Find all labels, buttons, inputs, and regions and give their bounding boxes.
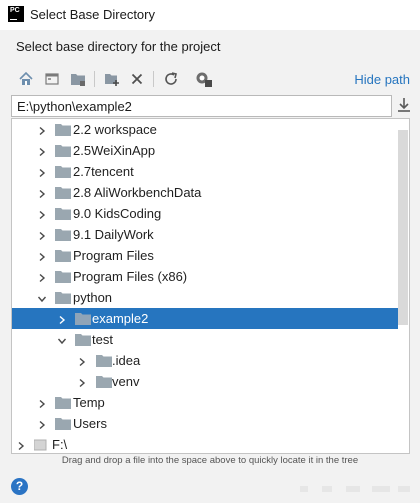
chevron-right-icon[interactable] <box>37 397 47 409</box>
toolbar: Hide path <box>0 66 420 92</box>
dialog-description: Select base directory for the project <box>16 39 221 54</box>
toolbar-separator <box>153 71 154 87</box>
tree-row[interactable]: test <box>12 329 398 350</box>
tree-row-label: test <box>92 332 113 347</box>
delete-icon[interactable] <box>126 68 148 90</box>
footer-mark <box>346 486 360 492</box>
tree-row[interactable]: 2.2 workspace <box>12 119 398 140</box>
folder-icon <box>55 270 71 283</box>
chevron-right-icon[interactable] <box>37 166 47 178</box>
tree-row[interactable]: F:\ <box>12 434 398 453</box>
tree-row-label: 2.5WeiXinApp <box>73 143 156 158</box>
tree-row[interactable]: 9.1 DailyWork <box>12 224 398 245</box>
tree-row-label: Users <box>73 416 107 431</box>
title-bar: PC Select Base Directory <box>0 0 420 30</box>
hide-path-link[interactable]: Hide path <box>354 72 410 87</box>
tree-row[interactable]: Program Files (x86) <box>12 266 398 287</box>
drag-drop-hint: Drag and drop a file into the space abov… <box>61 455 359 466</box>
tree-row-label: python <box>73 290 113 305</box>
folder-icon <box>55 249 71 262</box>
tree-row[interactable]: 2.8 AliWorkbenchData <box>12 182 398 203</box>
folder-icon <box>55 207 71 220</box>
folder-icon <box>55 144 71 157</box>
tree-row-label: 2.2 workspace <box>73 122 157 137</box>
footer-mark <box>300 486 308 492</box>
chevron-right-icon[interactable] <box>37 208 47 220</box>
new-folder-icon[interactable] <box>101 68 123 90</box>
folder-icon <box>55 417 71 430</box>
project-folder-icon[interactable] <box>67 68 89 90</box>
chevron-right-icon[interactable] <box>57 313 67 325</box>
tree-row[interactable]: 2.7tencent <box>12 161 398 182</box>
folder-icon <box>55 186 71 199</box>
toolbar-separator <box>94 71 95 87</box>
tree-row-label: Program Files (x86) <box>73 269 188 284</box>
chevron-right-icon[interactable] <box>37 271 47 283</box>
tree-row-label: example2 <box>92 311 149 326</box>
folder-icon <box>55 291 71 304</box>
window-title: Select Base Directory <box>30 7 155 22</box>
folder-icon <box>55 165 71 178</box>
footer-mark <box>322 486 332 492</box>
tree-row[interactable]: 2.5WeiXinApp <box>12 140 398 161</box>
tree-row[interactable]: Temp <box>12 392 398 413</box>
footer-mark <box>372 486 390 492</box>
tree-row-label: Program Files <box>73 248 154 263</box>
path-input[interactable] <box>11 95 392 117</box>
tree-row-label: 2.8 AliWorkbenchData <box>73 185 202 200</box>
chevron-right-icon[interactable] <box>77 376 87 388</box>
chevron-right-icon[interactable] <box>77 355 87 367</box>
download-icon[interactable] <box>396 96 412 114</box>
tree-row-label: 9.0 KidsCoding <box>73 206 162 221</box>
chevron-right-icon[interactable] <box>37 124 47 136</box>
tree-row-label: venv <box>112 374 140 389</box>
folder-icon <box>55 228 71 241</box>
chevron-down-icon[interactable] <box>57 334 67 345</box>
directory-tree[interactable]: 2.2 workspace 2.5WeiXinApp 2.7tencent 2.8 A… <box>11 118 410 454</box>
tree-row-label: 2.7tencent <box>73 164 134 179</box>
footer-mark <box>398 486 410 492</box>
chevron-right-icon[interactable] <box>37 418 47 430</box>
refresh-icon[interactable] <box>160 68 182 90</box>
chevron-right-icon[interactable] <box>37 250 47 262</box>
help-button[interactable]: ? <box>11 478 28 495</box>
tree-row[interactable]: Program Files <box>12 245 398 266</box>
tree-row[interactable]: Users <box>12 413 398 434</box>
folder-icon <box>96 375 112 388</box>
folder-icon <box>55 396 71 409</box>
tree-row-label: 9.1 DailyWork <box>73 227 154 242</box>
tree-row[interactable]: python <box>12 287 398 308</box>
desktop-icon[interactable] <box>41 68 63 90</box>
tree-row[interactable]: .idea <box>12 350 398 371</box>
home-icon[interactable] <box>15 68 37 90</box>
pycharm-logo-icon: PC <box>8 6 24 22</box>
tree-row[interactable]: 9.0 KidsCoding <box>12 203 398 224</box>
tree-row[interactable]: venv <box>12 371 398 392</box>
folder-icon <box>75 312 91 325</box>
tree-scrollbar[interactable] <box>398 130 408 325</box>
tree-row[interactable]: example2 <box>12 308 398 329</box>
tree-row-label: Temp <box>73 395 105 410</box>
chevron-down-icon[interactable] <box>37 292 47 303</box>
show-hidden-icon[interactable] <box>193 68 215 90</box>
folder-icon <box>55 123 71 136</box>
chevron-right-icon[interactable] <box>37 145 47 157</box>
drive-icon <box>33 438 50 451</box>
folder-icon <box>75 333 91 346</box>
chevron-right-icon[interactable] <box>37 187 47 199</box>
chevron-right-icon[interactable] <box>37 229 47 241</box>
tree-row-label: .idea <box>112 353 141 368</box>
folder-icon <box>96 354 112 367</box>
chevron-right-icon[interactable] <box>16 439 26 451</box>
tree-row-label: F:\ <box>52 437 68 452</box>
